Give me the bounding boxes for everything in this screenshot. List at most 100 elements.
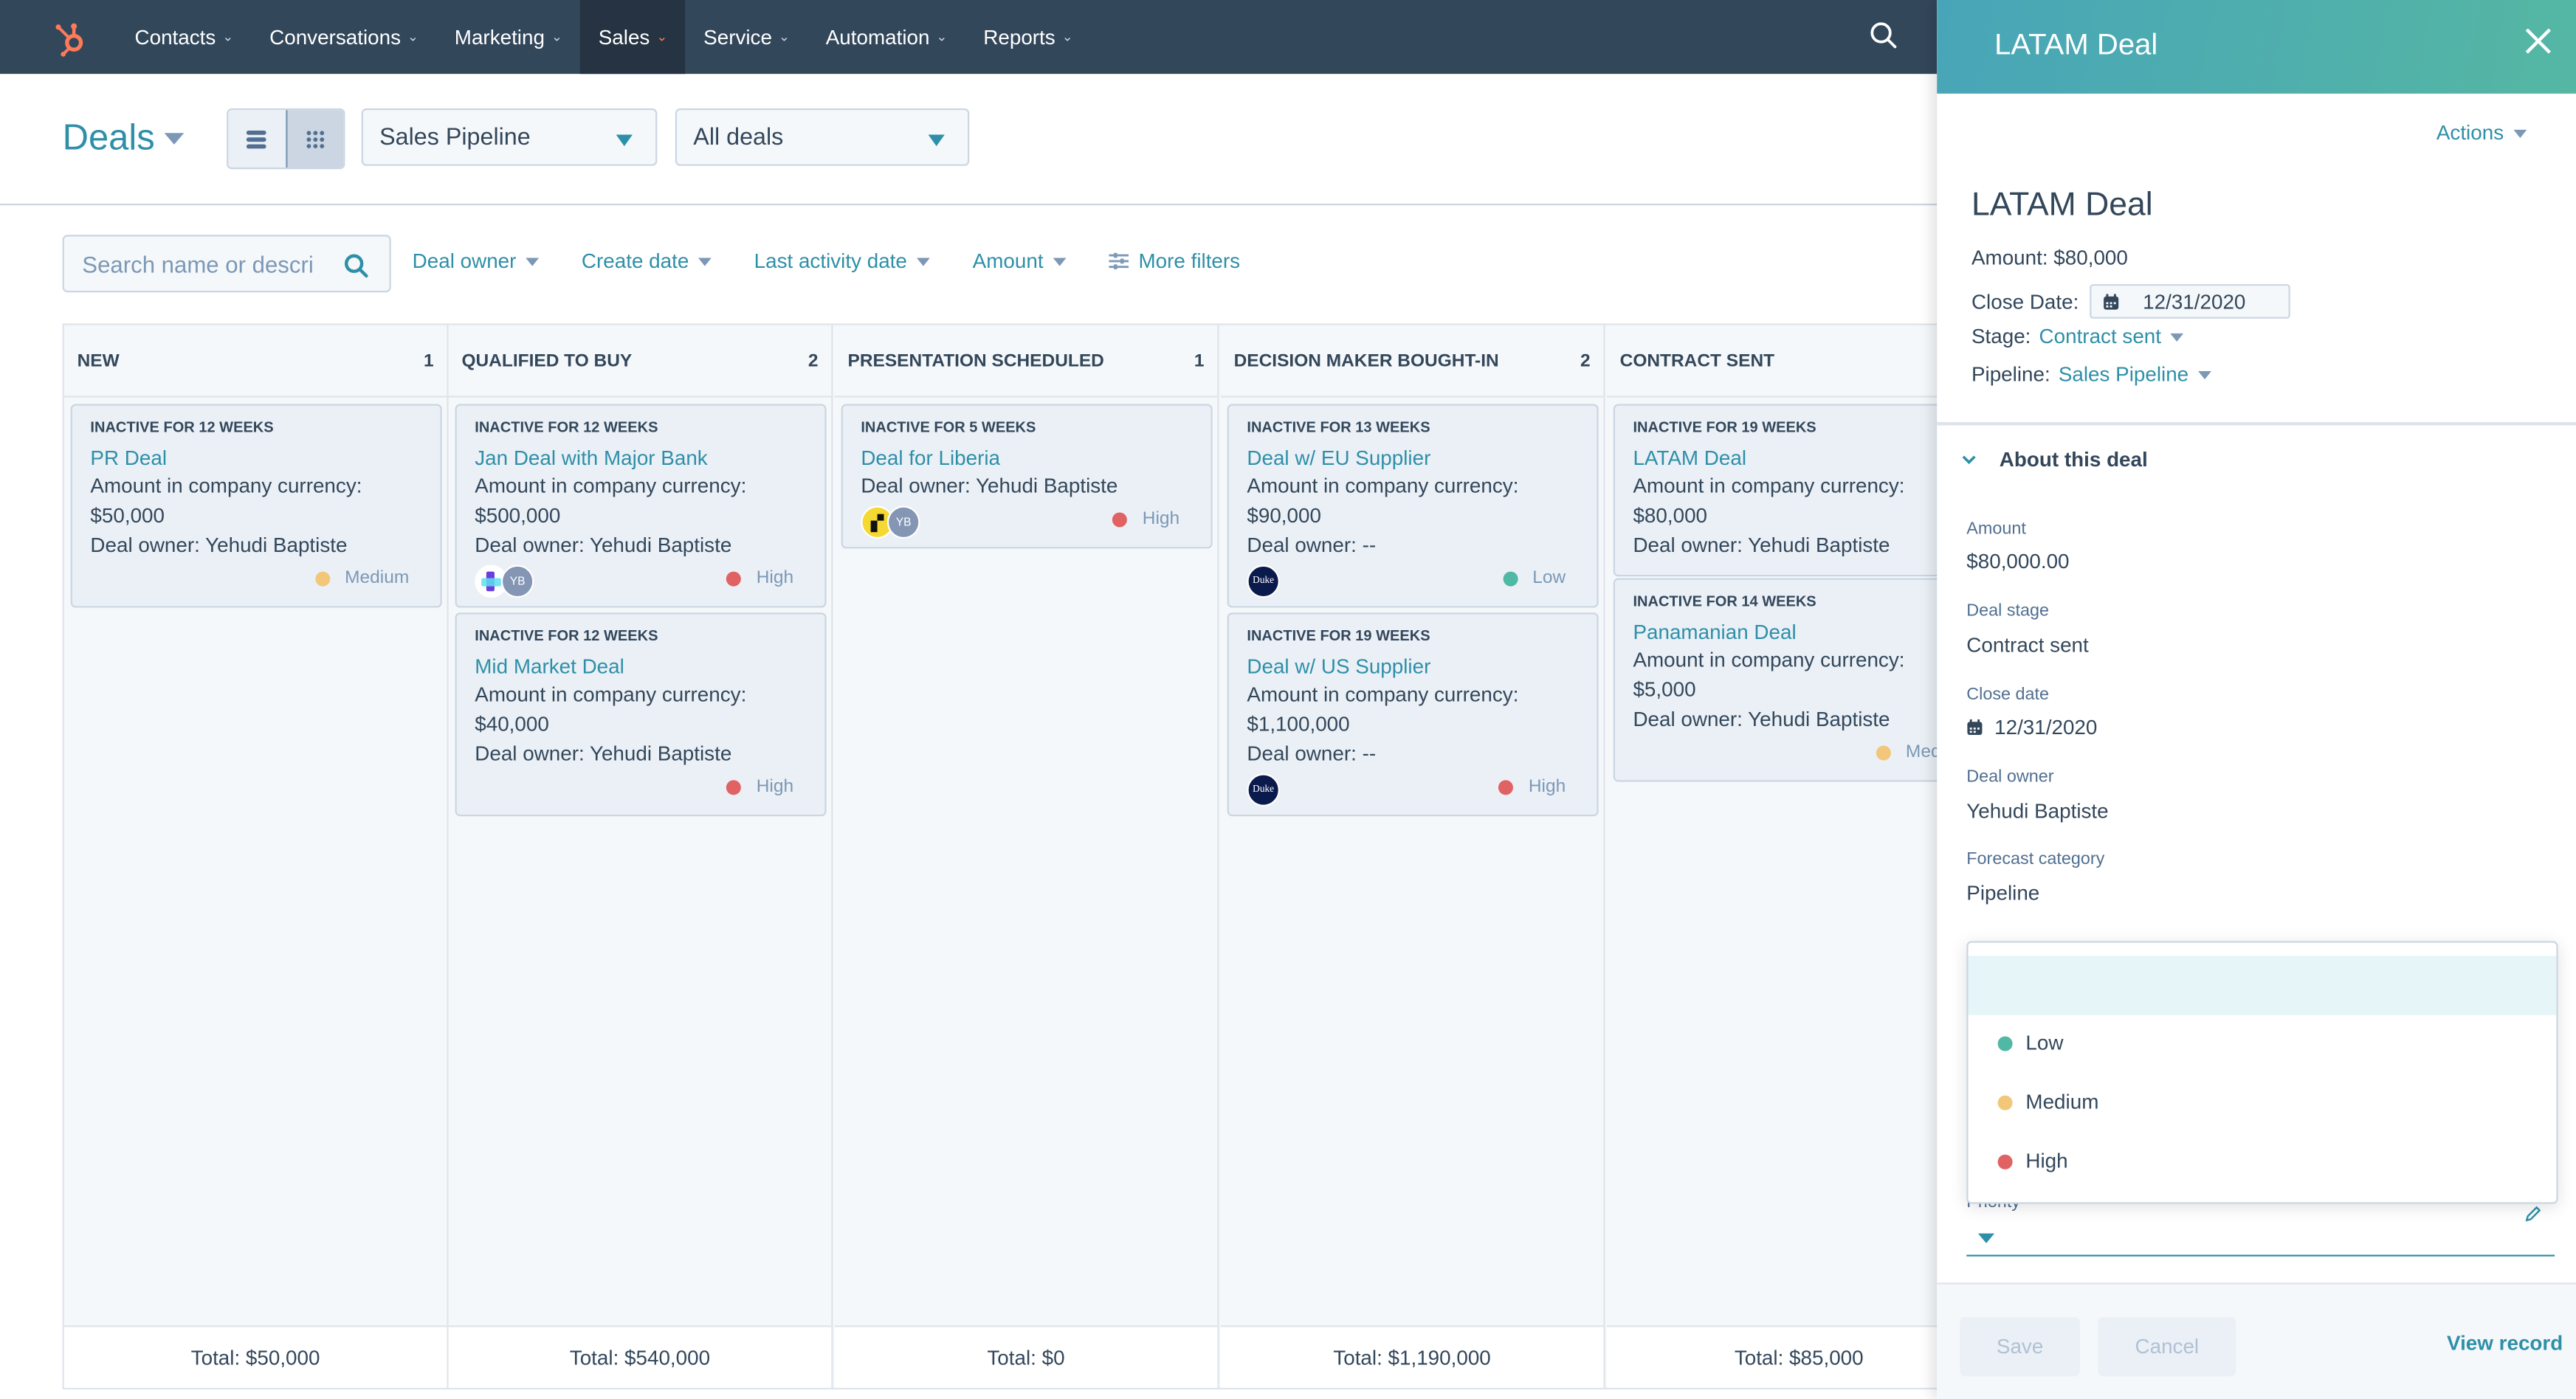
priority-option-empty[interactable]	[1968, 956, 2557, 1015]
view-select[interactable]: All deals	[675, 108, 970, 166]
prop-value[interactable]: $80,000.00	[1966, 550, 2069, 573]
priority-label: Low	[1532, 568, 1566, 588]
deals-title-dropdown[interactable]: Deals	[63, 117, 185, 159]
board-view-button[interactable]	[285, 110, 344, 168]
deal-card[interactable]: INACTIVE FOR 12 WEEKS Jan Deal with Majo…	[455, 404, 827, 608]
prop-label: Deal stage	[1966, 601, 2050, 621]
pipeline-dropdown[interactable]: Sales Pipeline	[2059, 363, 2212, 386]
prop-value[interactable]: Contract sent	[1966, 634, 2088, 657]
sliders-icon	[1109, 252, 1129, 270]
associated-avatars: YB	[861, 505, 920, 539]
prop-value[interactable]: Yehudi Baptiste	[1966, 800, 2108, 823]
pencil-icon[interactable]	[2525, 1206, 2541, 1222]
associated-avatars: Duke	[1247, 564, 1280, 598]
priority-label: High	[756, 776, 794, 797]
priority-option-low[interactable]: Low	[1969, 1013, 2557, 1072]
nav-reports[interactable]: Reports ⌄	[965, 0, 1091, 74]
column-total: Total: $1,190,000	[1220, 1325, 1604, 1388]
list-view-button[interactable]	[228, 110, 286, 168]
search-icon[interactable]	[343, 253, 370, 280]
search-input[interactable]	[78, 249, 348, 279]
caret-down-icon	[1053, 257, 1067, 266]
priority-option-medium[interactable]: Medium	[1969, 1072, 2557, 1131]
deal-card[interactable]: INACTIVE FOR 12 WEEKS PR Deal Amount in …	[70, 404, 442, 608]
deal-card[interactable]: INACTIVE FOR 13 WEEKS Deal w/ EU Supplie…	[1227, 404, 1599, 608]
deal-card[interactable]: INACTIVE FOR 14 WEEKS Panamanian Deal Am…	[1613, 578, 1939, 782]
nav-conversations[interactable]: Conversations ⌄	[252, 0, 437, 74]
nav-automation[interactable]: Automation ⌄	[807, 0, 965, 74]
caret-down-icon	[1977, 1233, 1995, 1243]
column-title: CONTRACT SENT	[1619, 350, 1775, 370]
calendar-icon	[1967, 719, 1983, 736]
stage-dropdown[interactable]: Contract sent	[2039, 325, 2185, 348]
priority-dot-icon	[1997, 1094, 2013, 1110]
nav-label: Conversations	[269, 25, 401, 49]
chevron-down-icon: ⌄	[656, 30, 668, 45]
filter-deal-owner[interactable]: Deal owner	[413, 249, 540, 272]
deal-card[interactable]: INACTIVE FOR 19 WEEKS Deal w/ US Supplie…	[1227, 612, 1599, 817]
deal-name-link[interactable]: LATAM Deal	[1633, 446, 1938, 469]
amount-value: $1,100,000	[1247, 712, 1350, 736]
deal-name-link[interactable]: Deal for Liberia	[861, 446, 1193, 469]
deal-name-link[interactable]: Deal w/ US Supplier	[1247, 655, 1579, 678]
owner-avatar[interactable]: YB	[886, 505, 920, 539]
save-button[interactable]: Save	[1960, 1317, 2080, 1377]
owner-label: Deal owner:	[1633, 708, 1743, 731]
caret-down-icon	[2513, 128, 2527, 137]
deal-name-link[interactable]: PR Deal	[90, 446, 422, 469]
actions-dropdown[interactable]: Actions	[2436, 122, 2527, 145]
deal-name-link[interactable]: Deal w/ EU Supplier	[1247, 446, 1579, 469]
deal-name-link[interactable]: Jan Deal with Major Bank	[475, 446, 807, 469]
nav-contacts[interactable]: Contacts ⌄	[117, 0, 252, 74]
filter-label: More filters	[1138, 249, 1241, 273]
more-filters-button[interactable]: More filters	[1109, 249, 1240, 272]
deal-card[interactable]: INACTIVE FOR 19 WEEKS LATAM Deal Amount …	[1613, 404, 1939, 577]
owner-value: Yehudi Baptiste	[205, 533, 348, 557]
priority-badge: High	[726, 776, 794, 797]
stage-row: Stage: Contract sent	[1971, 325, 2185, 348]
prop-value[interactable]: Pipeline	[1966, 882, 2039, 905]
deal-name-link[interactable]: Panamanian Deal	[1633, 621, 1938, 643]
filter-create-date[interactable]: Create date	[582, 249, 712, 272]
nav-label: Contacts	[134, 25, 216, 49]
owner-label: Deal owner:	[1247, 742, 1357, 766]
amount-label: Amount in company currency:	[1247, 474, 1519, 498]
owner-value: Yehudi Baptiste	[1748, 533, 1890, 557]
priority-dot-icon	[315, 570, 331, 586]
owner-avatar[interactable]: YB	[500, 564, 534, 598]
about-section-toggle[interactable]: About this deal	[1962, 449, 2148, 471]
filter-amount[interactable]: Amount	[973, 249, 1067, 272]
cancel-button[interactable]: Cancel	[2098, 1317, 2236, 1377]
caret-down-icon	[2198, 370, 2212, 379]
deal-card[interactable]: INACTIVE FOR 12 WEEKS Mid Market Deal Am…	[455, 612, 827, 817]
caret-down-icon	[616, 134, 633, 147]
nav-marketing[interactable]: Marketing ⌄	[436, 0, 580, 74]
priority-select[interactable]	[1966, 1206, 2555, 1257]
deal-name-link[interactable]: Mid Market Deal	[475, 655, 807, 678]
prop-value-close-date[interactable]: 12/31/2020	[1966, 716, 2097, 739]
close-date-label: Close Date:	[1971, 289, 2079, 314]
filter-last-activity-date[interactable]: Last activity date	[754, 249, 931, 272]
close-icon[interactable]	[2524, 27, 2553, 56]
nav-sales[interactable]: Sales ⌄	[580, 0, 686, 75]
view-record-link[interactable]: View record	[2447, 1332, 2563, 1355]
priority-option-high[interactable]: High	[1969, 1132, 2557, 1191]
pipeline-select[interactable]: Sales Pipeline	[361, 108, 658, 166]
column-header: CONTRACT SENT	[1606, 325, 1939, 398]
priority-dot-icon	[1876, 745, 1891, 760]
company-logo-avatar[interactable]: Duke	[1247, 773, 1280, 806]
board-column-contract-sent: CONTRACT SENT INACTIVE FOR 19 WEEKS LATA…	[1606, 325, 1939, 1388]
column-header: NEW 1	[63, 325, 447, 398]
caret-down-icon	[526, 257, 540, 266]
company-logo-avatar[interactable]: Duke	[1247, 564, 1280, 598]
search-icon[interactable]	[1868, 20, 1901, 53]
hubspot-logo-icon[interactable]	[51, 17, 90, 56]
nav-service[interactable]: Service ⌄	[686, 0, 808, 74]
close-date-picker[interactable]: 12/31/2020	[2090, 284, 2291, 319]
inactive-label: INACTIVE FOR 5 WEEKS	[861, 418, 1036, 435]
amount-label: Amount in company currency:	[1633, 474, 1905, 498]
deal-card[interactable]: INACTIVE FOR 5 WEEKS Deal for Liberia De…	[841, 404, 1213, 549]
pipeline-label: Pipeline:	[1971, 362, 2050, 387]
app-root: Contacts ⌄ Conversations ⌄ Marketing ⌄ Sale…	[0, 0, 2576, 1399]
chevron-down-icon: ⌄	[222, 30, 234, 45]
